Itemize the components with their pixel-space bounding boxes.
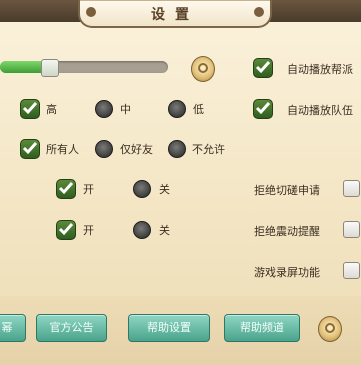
refuse-vibration-label: 拒绝震动提醒	[254, 225, 320, 238]
visibility-friends-radio[interactable]	[95, 140, 113, 158]
visibility-all-label: 所有人	[46, 143, 79, 156]
check-icon	[22, 102, 38, 115]
quality-high-label: 高	[46, 103, 57, 116]
announcement-button[interactable]: 官方公告	[36, 314, 107, 342]
toggle-a-off-label: 关	[159, 183, 170, 196]
help-settings-button[interactable]: 帮助设置	[128, 314, 210, 342]
refuse-duel-label: 拒绝切磋申请	[254, 184, 320, 197]
settings-panel: 设置 自动播放帮派 自动播放队伍 高 中 低 所有人 仅好友 不允许 开 关 开…	[0, 0, 361, 365]
visibility-none-radio[interactable]	[168, 140, 186, 158]
quality-low-label: 低	[193, 103, 204, 116]
check-icon	[58, 182, 74, 195]
toggle-b-off-radio[interactable]	[133, 221, 151, 239]
toggle-b-on-label: 开	[83, 224, 94, 237]
toggle-a-on-radio[interactable]	[56, 179, 76, 199]
medal-icon[interactable]	[318, 316, 342, 342]
toggle-b-on-radio[interactable]	[56, 220, 76, 240]
visibility-none-label: 不允许	[192, 143, 225, 156]
toggle-a-off-radio[interactable]	[133, 180, 151, 198]
help-channel-button[interactable]: 帮助频道	[224, 314, 300, 342]
toggle-a-on-label: 开	[83, 183, 94, 196]
screen-record-checkbox[interactable]	[343, 262, 360, 279]
toggle-b-off-label: 关	[159, 224, 170, 237]
refuse-vibration-checkbox[interactable]	[343, 221, 360, 238]
quality-low-radio[interactable]	[168, 100, 186, 118]
volume-slider[interactable]	[0, 59, 168, 77]
refuse-duel-checkbox[interactable]	[343, 180, 360, 197]
check-icon	[58, 223, 74, 236]
quality-high-radio[interactable]	[20, 99, 40, 119]
bottom-button-1[interactable]: 幂	[0, 314, 26, 342]
volume-slider-knob[interactable]	[41, 59, 59, 77]
auto-play-guild-checkbox[interactable]	[253, 58, 273, 78]
visibility-all-radio[interactable]	[20, 139, 40, 159]
check-icon	[255, 61, 271, 74]
quality-medium-radio[interactable]	[95, 100, 113, 118]
auto-play-guild-label: 自动播放帮派	[287, 63, 353, 76]
visibility-friends-label: 仅好友	[120, 143, 153, 156]
auto-play-team-label: 自动播放队伍	[287, 104, 353, 117]
check-icon	[255, 102, 271, 115]
title-plate: 设置	[78, 0, 272, 28]
check-icon	[22, 142, 38, 155]
medal-icon[interactable]	[191, 56, 215, 82]
quality-medium-label: 中	[120, 103, 131, 116]
screen-record-label: 游戏录屏功能	[254, 266, 320, 279]
page-title: 设置	[151, 7, 199, 23]
auto-play-team-checkbox[interactable]	[253, 99, 273, 119]
